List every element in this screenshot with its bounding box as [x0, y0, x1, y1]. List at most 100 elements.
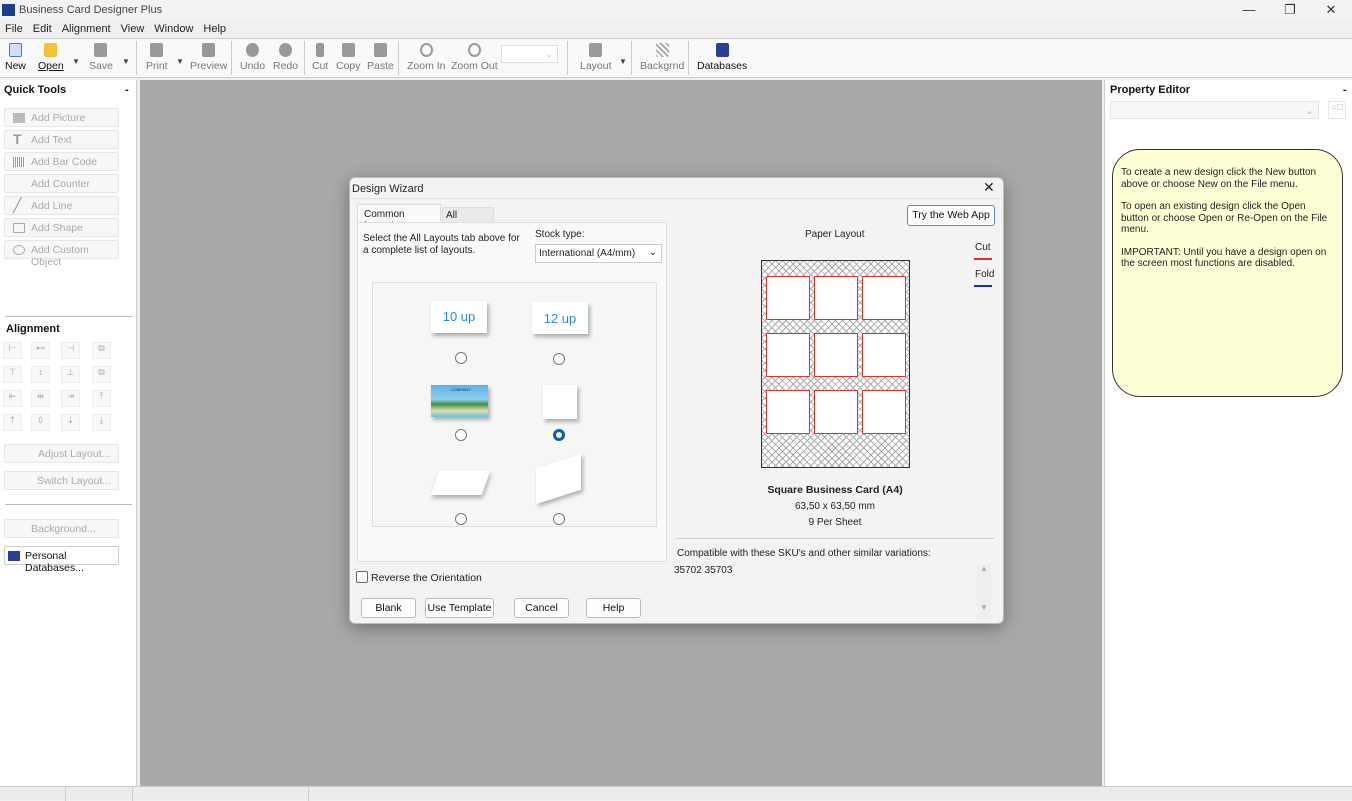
help-button[interactable]: Help	[586, 598, 641, 618]
zoom-out-button[interactable]: Zoom Out	[451, 41, 498, 72]
menu-edit[interactable]: Edit	[28, 20, 57, 38]
space-right-icon[interactable]: ⇥	[61, 390, 80, 407]
layout-radio-10-up[interactable]	[455, 352, 467, 364]
send-back-icon[interactable]: ⧉	[92, 366, 111, 383]
layout-dropdown-arrow[interactable]: ▼	[619, 57, 627, 66]
shape-icon	[13, 223, 25, 233]
space-bottom-icon[interactable]: ⤓	[92, 414, 111, 431]
quick-tools-collapse[interactable]: -	[125, 84, 129, 96]
stock-type-select[interactable]: International (A4/mm) ⌄	[535, 244, 662, 263]
bring-front-icon[interactable]: ⧉	[92, 342, 111, 359]
layout-radio-12-up[interactable]	[553, 353, 565, 365]
legend-fold-line	[974, 285, 992, 287]
databases-button[interactable]: Databases	[697, 41, 747, 72]
scroll-down-icon[interactable]: ▼	[977, 603, 991, 612]
add-text-button[interactable]: T Add Text	[4, 130, 119, 149]
align-left-icon[interactable]: ⊢	[3, 342, 22, 359]
save-dropdown-arrow[interactable]: ▼	[122, 57, 130, 66]
standard-card-thumbnail[interactable]: COMPANY	[431, 385, 488, 417]
new-button[interactable]: New	[5, 41, 26, 72]
background-button[interactable]: Backgrnd	[640, 41, 684, 72]
open-dropdown-arrow[interactable]: ▼	[72, 57, 80, 66]
tent-card-thumbnail[interactable]	[536, 453, 581, 505]
square-card-thumbnail[interactable]	[543, 385, 577, 419]
print-button[interactable]: Print	[146, 41, 168, 72]
menu-help[interactable]: Help	[198, 20, 231, 38]
space-even-h-icon[interactable]: ⇹	[31, 390, 50, 407]
add-line-button[interactable]: ╱ Add Line	[4, 196, 119, 215]
layout-radio-square[interactable]	[553, 429, 565, 441]
layout-button[interactable]: Layout	[580, 41, 612, 72]
chevron-down-icon: ⌄	[648, 247, 657, 258]
blank-button[interactable]: Blank	[361, 598, 416, 618]
add-picture-button[interactable]: Add Picture	[4, 108, 119, 127]
background-dialog-button[interactable]: Background...	[4, 519, 119, 538]
toolbar-separator	[398, 41, 399, 75]
reverse-orientation-label[interactable]: Reverse the Orientation	[371, 572, 482, 584]
space-left-icon[interactable]: ⇤	[3, 390, 22, 407]
paste-button[interactable]: Paste	[367, 41, 394, 72]
cancel-button[interactable]: Cancel	[514, 598, 569, 618]
reverse-orientation-checkbox[interactable]	[356, 571, 368, 583]
save-button[interactable]: Save	[89, 41, 113, 72]
toolbar-separator	[567, 41, 568, 75]
tab-all-layouts[interactable]: All Layouts	[442, 207, 494, 232]
menu-file[interactable]: File	[0, 20, 28, 38]
redo-button[interactable]: Redo	[273, 41, 298, 72]
layout-10-up-thumbnail[interactable]: 10 up	[431, 301, 487, 333]
use-template-button[interactable]: Use Template	[425, 598, 494, 618]
space-down-icon[interactable]: ⇣	[61, 414, 80, 431]
scroll-up-icon[interactable]: ▲	[977, 564, 991, 573]
space-up-icon[interactable]: ⇡	[3, 414, 22, 431]
preview-button[interactable]: Preview	[190, 41, 227, 72]
align-top-icon[interactable]: ⊤	[3, 366, 22, 383]
add-custom-object-button[interactable]: Add Custom Object	[4, 240, 119, 268]
property-editor-collapse[interactable]: -	[1343, 84, 1347, 96]
label: Add Bar Code	[31, 156, 97, 168]
cut-label: Cut	[312, 60, 329, 72]
layout-12-up-thumbnail[interactable]: 12 up	[532, 302, 588, 334]
print-dropdown-arrow[interactable]: ▼	[176, 57, 184, 66]
try-web-app-button[interactable]: Try the Web App	[907, 205, 995, 226]
tab-common-layouts[interactable]: Common Layouts	[357, 204, 441, 231]
layout-radio-standard[interactable]	[455, 429, 467, 441]
dialog-close-button[interactable]: ✕	[983, 179, 995, 196]
zoom-in-button[interactable]: Zoom In	[407, 41, 446, 72]
switch-layout-button[interactable]: Switch Layout...	[4, 471, 119, 490]
custom-object-icon[interactable]: ○□	[1328, 101, 1346, 119]
quick-tools-title: Quick Tools	[4, 84, 67, 96]
cut-button[interactable]: Cut	[312, 41, 328, 72]
align-right-icon[interactable]: ⊣	[61, 342, 80, 359]
open-folder-icon	[44, 43, 58, 57]
align-bottom-icon[interactable]: ⊥	[61, 366, 80, 383]
sku-scrollbar[interactable]: ▲ ▼	[977, 564, 991, 618]
add-bar-code-button[interactable]: Add Bar Code	[4, 152, 119, 171]
personal-databases-button[interactable]: Personal Databases...	[4, 546, 119, 574]
menu-view[interactable]: View	[116, 20, 150, 38]
minimize-button[interactable]: —	[1234, 2, 1264, 17]
adjust-layout-button[interactable]: Adjust Layout...	[4, 444, 119, 463]
toolbar-separator	[688, 41, 689, 75]
object-select[interactable]: ⌄	[1110, 101, 1319, 119]
layout-icon	[589, 43, 603, 57]
maximize-button[interactable]: ❐	[1275, 2, 1305, 18]
add-shape-button[interactable]: Add Shape	[4, 218, 119, 237]
undo-button[interactable]: Undo	[240, 41, 265, 72]
menu-window[interactable]: Window	[149, 20, 198, 38]
toolbar: New Open ▼ Save ▼ Print ▼ Preview Undo R…	[0, 38, 1352, 78]
space-top-icon[interactable]: ⤒	[92, 390, 111, 407]
close-window-button[interactable]: ✕	[1316, 2, 1346, 18]
add-counter-button[interactable]: Add Counter	[4, 174, 119, 193]
status-divider	[132, 787, 133, 801]
menu-alignment[interactable]: Alignment	[57, 20, 116, 38]
zoom-level-select[interactable]: ⌄	[501, 45, 558, 63]
label: Adjust Layout...	[38, 448, 111, 460]
copy-button[interactable]: Copy	[336, 41, 361, 72]
label: Add Shape	[31, 222, 83, 234]
align-middle-v-icon[interactable]: ↕	[31, 366, 50, 383]
align-center-h-icon[interactable]: ⊷	[31, 342, 50, 359]
open-button[interactable]: Open	[38, 41, 64, 72]
divider	[5, 316, 132, 317]
space-even-v-icon[interactable]: ⇳	[31, 414, 50, 431]
save-icon	[94, 43, 108, 57]
